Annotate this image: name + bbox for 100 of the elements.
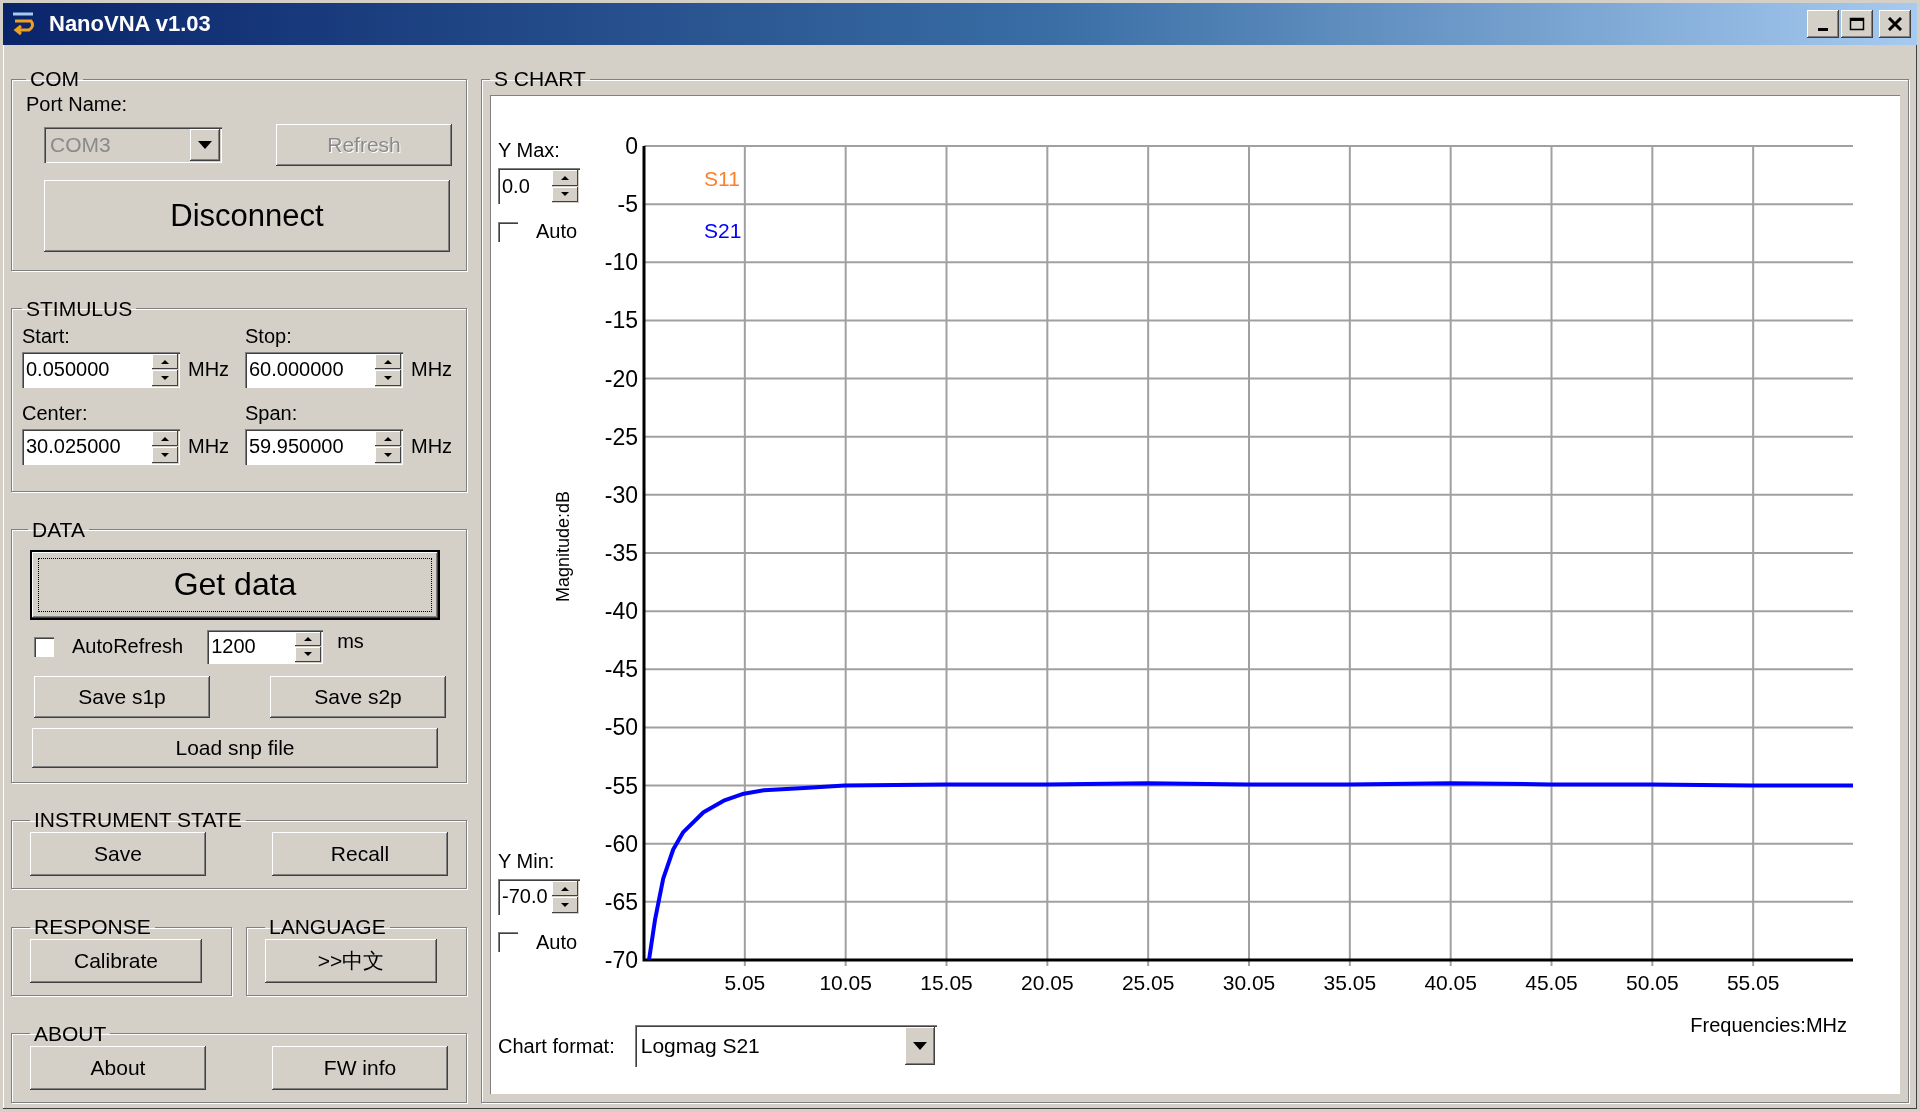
action-button[interactable]: Save	[30, 832, 206, 877]
number-field[interactable]: 0.050000	[22, 351, 152, 388]
down-arrow-icon	[161, 453, 169, 458]
x-tick-label: 50.05	[1626, 971, 1679, 994]
x-tick-label: 25.05	[1121, 971, 1175, 994]
x-axis-title: Frequencies:MHz	[1690, 1014, 1847, 1036]
number-field[interactable]: 0.0	[498, 168, 552, 204]
checkbox[interactable]	[34, 636, 54, 657]
unit-label: MHz	[188, 435, 230, 459]
spin-button[interactable]	[375, 428, 403, 465]
maximize-icon	[1849, 17, 1865, 31]
action-button[interactable]: FW info	[272, 1046, 448, 1090]
x-tick-label: 10.05	[819, 971, 872, 994]
spin-button[interactable]	[375, 351, 403, 388]
unit-label: MHz	[188, 358, 230, 382]
close-icon	[1887, 17, 1903, 31]
checkbox-label: AutoRefresh	[72, 635, 184, 659]
spin-button[interactable]	[295, 629, 324, 664]
action-button[interactable]: >>中文	[265, 939, 437, 984]
get-data-button[interactable]: Get data	[32, 551, 438, 618]
group-title: S CHART	[493, 67, 587, 91]
field-label: Start:	[22, 324, 71, 348]
spin-button[interactable]	[552, 879, 580, 915]
window-title: NanoVNA v1.03	[49, 11, 212, 37]
up-arrow-icon	[384, 436, 392, 441]
chart-format-dropdown[interactable]: Logmag S21	[634, 1025, 937, 1067]
maximize-button[interactable]	[1841, 10, 1873, 38]
caret-icon	[198, 141, 212, 149]
x-tick-label: 5.05	[724, 971, 766, 994]
up-arrow-icon	[161, 359, 169, 364]
legend-label: S21	[704, 219, 742, 242]
up-arrow-icon	[561, 175, 569, 180]
minimize-icon	[1818, 27, 1828, 31]
group-title: INSTRUMENT STATE	[33, 808, 243, 833]
x-tick-label: 45.05	[1525, 971, 1578, 994]
load-file-button[interactable]: Load snp file	[32, 727, 438, 768]
up-arrow-icon	[561, 886, 569, 891]
y-tick-label: -10	[604, 249, 638, 276]
action-button[interactable]: About	[30, 1046, 206, 1090]
down-arrow-icon	[304, 652, 313, 657]
group-title: DATA	[31, 517, 86, 542]
checkbox-label: Auto	[536, 220, 578, 243]
down-arrow-icon	[561, 903, 569, 908]
y-tick-label: -20	[604, 365, 638, 392]
number-field[interactable]: 59.950000	[245, 428, 375, 465]
y-tick-label: -25	[604, 423, 638, 450]
y-tick-label: -40	[604, 598, 638, 625]
x-tick-label: 40.05	[1424, 971, 1477, 994]
number-field[interactable]: 1200	[207, 629, 296, 664]
y-tick-label: -55	[604, 772, 638, 799]
minimize-button[interactable]	[1807, 10, 1839, 38]
checkbox-label: Auto	[536, 931, 578, 954]
field-label: Center:	[22, 401, 89, 425]
action-button[interactable]: Recall	[272, 832, 448, 877]
save-button[interactable]: Save s2p	[270, 675, 446, 718]
disconnect-button[interactable]: Disconnect	[44, 180, 450, 252]
y-tick-label: -45	[604, 656, 638, 683]
x-tick-label: 15.05	[920, 971, 973, 994]
spin-button[interactable]	[152, 428, 180, 465]
y-tick-label: 0	[625, 133, 638, 159]
number-field[interactable]: 30.025000	[22, 428, 152, 465]
group-title: LANGUAGE	[268, 915, 387, 940]
number-field[interactable]: -70.0	[498, 879, 552, 915]
up-arrow-icon	[161, 436, 169, 441]
group-title: ABOUT	[33, 1022, 108, 1046]
x-tick-label: 55.05	[1726, 971, 1780, 994]
field-label: Span:	[245, 401, 299, 425]
y-tick-label: -5	[617, 191, 638, 218]
field-label: Y Max:	[498, 139, 561, 162]
caret-icon	[912, 1042, 927, 1050]
field-label: Port Name:	[26, 93, 128, 115]
x-tick-label: 20.05	[1021, 971, 1074, 994]
action-button[interactable]: Calibrate	[30, 939, 202, 984]
field-label: Chart format:	[498, 1034, 615, 1058]
y-tick-label: -35	[604, 540, 638, 566]
y-tick-label: -50	[604, 714, 638, 741]
field-label: Stop:	[245, 324, 293, 348]
number-field[interactable]: 60.000000	[245, 351, 375, 388]
group-title: COM	[29, 67, 80, 91]
spin-button[interactable]	[152, 351, 180, 388]
save-button[interactable]: Save s1p	[34, 675, 210, 718]
unit-label: MHz	[411, 435, 453, 459]
y-tick-label: -65	[604, 888, 638, 915]
up-arrow-icon	[304, 636, 313, 641]
group-title: RESPONSE	[33, 915, 152, 940]
group-title: STIMULUS	[25, 296, 134, 321]
spin-button[interactable]	[552, 168, 580, 204]
x-tick-label: 30.05	[1222, 971, 1276, 994]
up-arrow-icon	[384, 359, 392, 364]
legend-label: S11	[704, 167, 740, 190]
down-arrow-icon	[384, 376, 392, 381]
y-tick-label: -70	[604, 947, 638, 973]
y-tick-label: -15	[604, 307, 638, 334]
y-tick-label: -60	[604, 830, 638, 857]
unit-label: ms	[337, 629, 364, 653]
down-arrow-icon	[161, 376, 169, 381]
y-axis-title: Magnitude:dB	[552, 490, 574, 603]
close-button[interactable]	[1879, 10, 1911, 38]
y-tick-label: -30	[604, 481, 638, 508]
down-arrow-icon	[561, 192, 569, 197]
